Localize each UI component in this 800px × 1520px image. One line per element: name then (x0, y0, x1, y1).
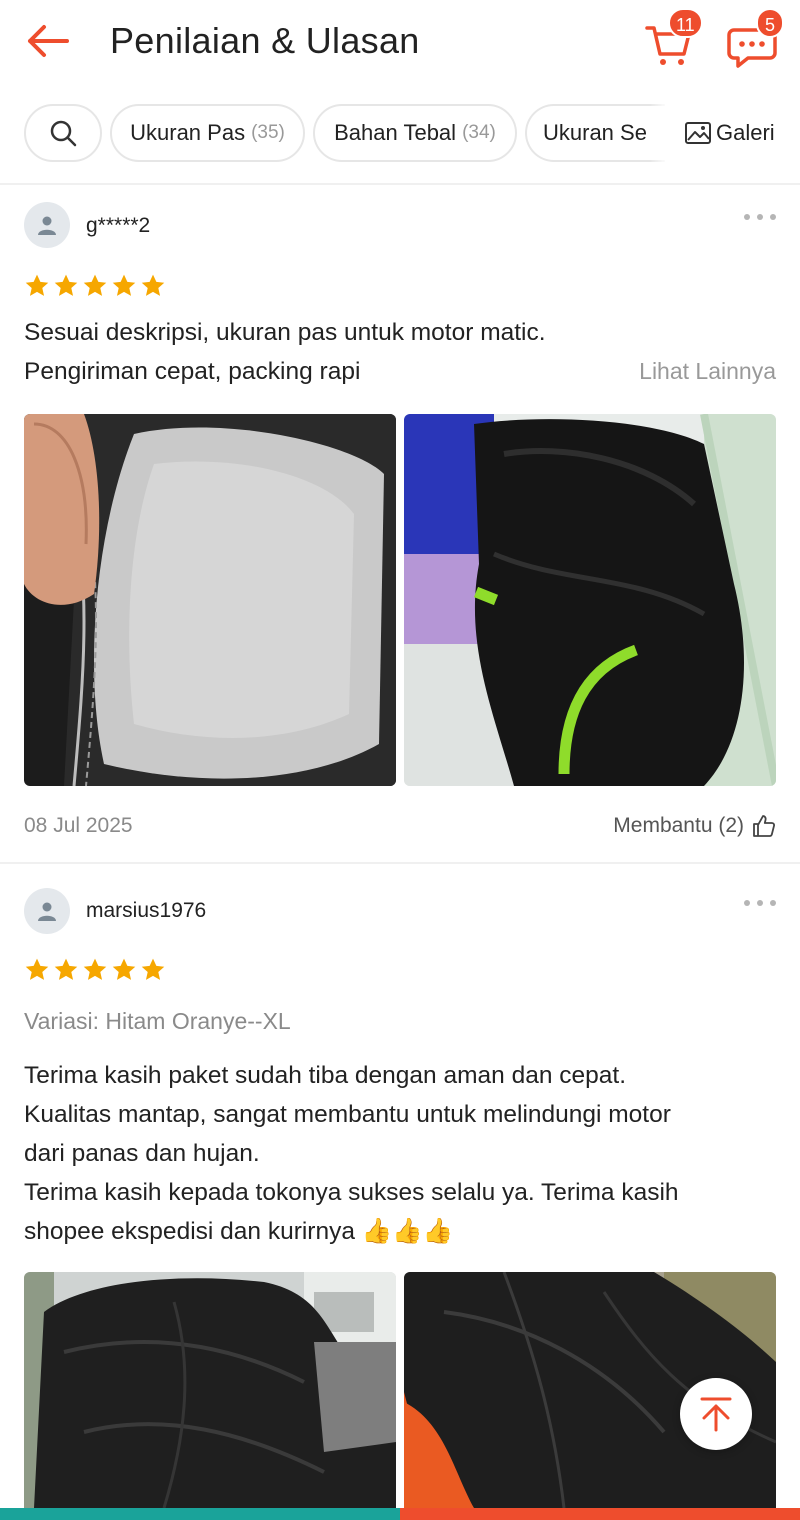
review-photo-image (24, 1272, 396, 1508)
star-rating (24, 273, 166, 299)
review-text: Sesuai deskripsi, ukuran pas untuk motor… (24, 319, 546, 385)
star-icon (112, 274, 136, 296)
page-title: Penilaian & Ulasan (110, 20, 420, 61)
search-chip[interactable] (24, 104, 102, 162)
reviewer-name: marsius1976 (86, 899, 207, 922)
variation-label: Variasi: Hitam Oranye--XL (24, 1008, 291, 1034)
star-rating (24, 957, 166, 983)
review-photo[interactable] (404, 414, 776, 786)
arrow-up-icon (700, 1397, 732, 1432)
bottom-bar-right (400, 1508, 800, 1520)
more-options-button[interactable] (740, 207, 780, 227)
star-icon (54, 274, 78, 296)
filter-chip-bahan-tebal[interactable]: Bahan Tebal (34) (313, 104, 517, 162)
chip-count: (35) (251, 122, 285, 143)
review-text-line: shopee ekspedisi dan kurirnya 👍👍👍 (24, 1218, 454, 1245)
header-divider (0, 183, 800, 185)
cart-badge: 11 (668, 8, 703, 38)
star-icon (25, 958, 49, 980)
avatar (24, 888, 70, 934)
reviewer-name: g*****2 (86, 214, 151, 237)
star-icon (83, 274, 107, 296)
chat-badge: 5 (756, 8, 784, 38)
chip-label: Bahan Tebal (334, 120, 457, 145)
scroll-to-top-button[interactable] (680, 1378, 752, 1450)
chip-scroll-fade (650, 104, 668, 162)
cart-button[interactable]: 11 (640, 8, 703, 68)
review-date: 08 Jul 2025 (24, 814, 133, 837)
review-photo-image (404, 414, 776, 786)
review-text-line: dari panas dan hujan. (24, 1140, 260, 1167)
bottom-bar-left (0, 1508, 400, 1520)
user-icon (38, 902, 56, 921)
chip-count: (34) (462, 122, 496, 143)
more-dot (770, 900, 776, 906)
search-icon (50, 120, 77, 147)
bottom-edge-bar (0, 1508, 800, 1520)
user-icon (38, 216, 56, 235)
review-text: Terima kasih paket sudah tiba dengan ama… (24, 1056, 776, 1251)
star-icon (141, 274, 165, 296)
app-header: Penilaian & Ulasan 11 5 (0, 0, 800, 84)
helpful-button[interactable]: Membantu (2) (613, 812, 776, 840)
review-photo[interactable] (24, 1272, 396, 1508)
see-more-link[interactable]: Lihat Lainnya (639, 356, 776, 386)
more-dot (744, 900, 750, 906)
more-dot (770, 214, 776, 220)
filter-chip-ukuran-pas[interactable]: Ukuran Pas (35) (110, 104, 305, 162)
filter-chip-ukuran-sesuai[interactable]: Ukuran Se (525, 104, 665, 162)
review-text-line: Kualitas mantap, sangat membantu untuk m… (24, 1101, 671, 1128)
review-divider (0, 862, 800, 864)
star-icon (83, 958, 107, 980)
chip-label: Ukuran Se (543, 120, 647, 145)
avatar (24, 202, 70, 248)
more-dot (744, 214, 750, 220)
chip-label: Ukuran Pas (130, 120, 246, 145)
star-icon (112, 958, 136, 980)
star-icon (54, 958, 78, 980)
gallery-filter-button[interactable]: Galeri (684, 104, 775, 162)
more-dot (757, 900, 763, 906)
star-icon (25, 274, 49, 296)
review-photo[interactable] (24, 414, 396, 786)
helpful-label: Membantu (2) (613, 814, 744, 837)
review-text-line: Terima kasih kepada tokonya sukses selal… (24, 1179, 679, 1206)
thumbs-up-icon (753, 815, 775, 837)
more-dot (757, 214, 763, 220)
chat-button[interactable]: 5 (724, 8, 784, 68)
back-button[interactable] (22, 18, 72, 64)
review-photo-image (24, 414, 396, 786)
star-icon (141, 958, 165, 980)
back-arrow-icon (28, 25, 69, 57)
gallery-label: Galeri (716, 120, 775, 145)
review-filters: Ukuran Pas (35) Bahan Tebal (34) Ukuran … (0, 100, 800, 166)
image-gallery-icon (685, 122, 711, 144)
review-text-line: Terima kasih paket sudah tiba dengan ama… (24, 1062, 627, 1089)
more-options-button[interactable] (740, 893, 780, 913)
